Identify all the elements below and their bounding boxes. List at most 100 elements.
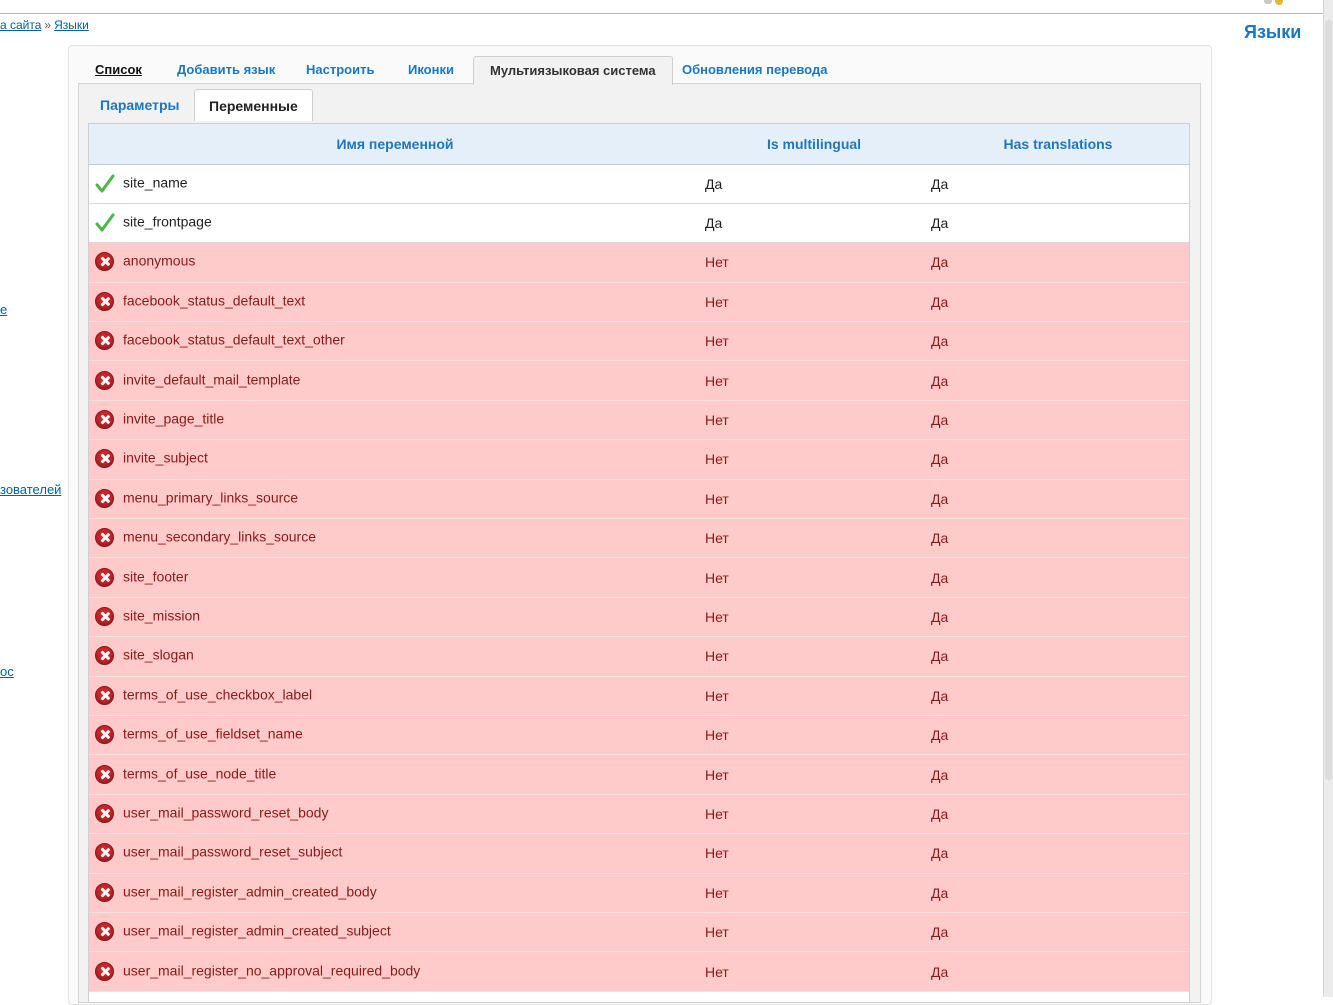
has-translations-value: Да: [927, 597, 1189, 638]
is-multilingual-value: Нет: [701, 518, 927, 559]
error-x-icon: [95, 606, 115, 627]
tab-list[interactable]: Список: [85, 56, 152, 84]
error-x-icon: [95, 961, 115, 982]
error-x-icon: [95, 449, 115, 469]
has-translations-value: Да: [927, 794, 1189, 835]
variable-name: user_mail_password_reset_body: [123, 804, 329, 821]
variable-name: invite_subject: [123, 450, 208, 467]
is-multilingual-value: Нет: [701, 242, 927, 283]
table-row[interactable]: site_name Да Да: [89, 164, 1189, 204]
page-title: Языки: [1244, 22, 1302, 42]
table-row[interactable]: site_slogan Нет Да: [89, 636, 1189, 677]
table-row[interactable]: user_mail_register_admin_created_body Нет…: [89, 873, 1189, 913]
is-multilingual-value: Нет: [701, 676, 927, 716]
check-icon: [95, 174, 115, 194]
variable-name-cell: terms_of_use_node_title: [89, 754, 701, 795]
toolbar-icon-gray: [1264, 0, 1272, 4]
is-multilingual-value: Нет: [701, 439, 927, 480]
error-x-icon: [95, 528, 115, 548]
table-row[interactable]: menu_secondary_links_source Нет Да: [89, 518, 1189, 559]
variable-name: terms_of_use_checkbox_label: [123, 686, 313, 703]
variable-name-cell: menu_secondary_links_source: [89, 518, 701, 559]
sidebar-link-users[interactable]: зователей: [0, 482, 61, 497]
variable-name-cell: terms_of_use_checkbox_label: [89, 676, 701, 716]
is-multilingual-value: Нет: [701, 715, 927, 756]
table-row[interactable]: user_mail_register_no_approval_required_…: [89, 951, 1189, 992]
subtab-variables[interactable]: Переменные: [194, 89, 313, 121]
is-multilingual-value: Нет: [701, 794, 927, 835]
tab-multilingual-system[interactable]: Мультиязыковая система: [473, 56, 673, 85]
tab-icons[interactable]: Иконки: [398, 56, 464, 84]
variable-name-cell: terms_of_use_fieldset_name: [89, 715, 701, 756]
error-x-icon: [95, 803, 115, 824]
variable-name-cell: user_mail_password_reset_body: [89, 794, 701, 835]
tab-add-language[interactable]: Добавить язык: [167, 56, 285, 84]
vertical-scrollbar[interactable]: [1323, 0, 1333, 997]
error-x-icon: [95, 331, 115, 351]
breadcrumb-languages-link[interactable]: Языки: [54, 18, 89, 32]
variable-name-cell: site_footer: [89, 557, 701, 598]
breadcrumb-home-link[interactable]: а сайта: [0, 18, 41, 32]
subtab-parameters[interactable]: Параметры: [86, 89, 194, 121]
error-x-icon: [95, 764, 115, 785]
breadcrumb-separator: »: [44, 18, 52, 32]
has-translations-value: Да: [927, 400, 1189, 441]
table-row[interactable]: terms_of_use_fieldset_name Нет Да: [89, 715, 1189, 756]
is-multilingual-value: Нет: [701, 833, 927, 874]
error-x-icon: [95, 567, 115, 588]
variable-name: user_mail_password_reset_subject: [123, 844, 343, 861]
has-translations-value: Да: [927, 242, 1189, 283]
variable-name-cell: user_mail_register_admin_created_subject: [89, 912, 701, 953]
variable-name-cell: anonymous: [89, 242, 701, 283]
check-icon: [95, 213, 115, 233]
table-row[interactable]: invite_page_title Нет Да: [89, 400, 1189, 441]
table-row[interactable]: site_frontpage Да Да: [89, 203, 1189, 244]
error-x-icon: [95, 685, 115, 706]
has-translations-value: Да: [927, 439, 1189, 480]
is-multilingual-value: Нет: [701, 873, 927, 913]
has-translations-value: Да: [927, 636, 1189, 677]
table-row[interactable]: facebook_status_default_text Нет Да: [89, 282, 1189, 323]
is-multilingual-value: Нет: [701, 754, 927, 795]
table-row[interactable]: user_mail_password_reset_body Нет Да: [89, 794, 1189, 835]
column-header-has-translations[interactable]: Has translations: [927, 124, 1189, 165]
sidebar-link-3[interactable]: ос: [0, 664, 14, 679]
table-row[interactable]: invite_subject Нет Да: [89, 439, 1189, 480]
table-row[interactable]: site_footer Нет Да: [89, 557, 1189, 598]
error-x-icon: [95, 370, 115, 391]
variable-name: site_footer: [123, 568, 189, 585]
variable-name-cell: facebook_status_default_text: [89, 282, 701, 323]
is-multilingual-value: Нет: [701, 282, 927, 323]
has-translations-value: Да: [927, 557, 1189, 598]
table-body: site_name Да Да site_frontpage Да Да anonymous…: [89, 164, 1189, 992]
is-multilingual-value: Нет: [701, 479, 927, 520]
variable-name-cell: user_mail_register_no_approval_required_…: [89, 951, 701, 992]
error-x-icon: [95, 646, 115, 666]
variable-name-cell: invite_default_mail_template: [89, 360, 701, 401]
is-multilingual-value: Нет: [701, 360, 927, 401]
table-row[interactable]: facebook_status_default_text_other Нет Да: [89, 321, 1189, 362]
variable-name-cell: facebook_status_default_text_other: [89, 321, 701, 362]
table-row[interactable]: invite_default_mail_template Нет Да: [89, 360, 1189, 401]
table-row[interactable]: user_mail_register_admin_created_subject…: [89, 912, 1189, 953]
tab-configure[interactable]: Настроить: [296, 56, 384, 84]
has-translations-value: Да: [927, 164, 1189, 204]
table-row[interactable]: terms_of_use_node_title Нет Да: [89, 754, 1189, 795]
column-header-variable-name[interactable]: Имя переменной: [89, 124, 701, 165]
table-row[interactable]: user_mail_password_reset_subject Нет Да: [89, 833, 1189, 874]
table-row[interactable]: site_mission Нет Да: [89, 597, 1189, 638]
tab-translation-updates[interactable]: Обновления перевода: [672, 56, 837, 84]
table-row[interactable]: anonymous Нет Да: [89, 242, 1189, 283]
has-translations-value: Да: [927, 912, 1189, 953]
sidebar-link-1[interactable]: e: [0, 302, 7, 317]
toolbar-icons-partial: [1264, 0, 1286, 6]
table-row[interactable]: terms_of_use_checkbox_label Нет Да: [89, 676, 1189, 716]
is-multilingual-value: Нет: [701, 400, 927, 441]
table-row[interactable]: menu_primary_links_source Нет Да: [89, 479, 1189, 520]
error-x-icon: [95, 488, 115, 509]
variable-name-cell: menu_primary_links_source: [89, 479, 701, 520]
has-translations-value: Да: [927, 282, 1189, 323]
column-header-is-multilingual[interactable]: Is multilingual: [701, 124, 927, 165]
variable-name-cell: site_slogan: [89, 636, 701, 677]
scrollbar-thumb[interactable]: [1325, 20, 1332, 780]
